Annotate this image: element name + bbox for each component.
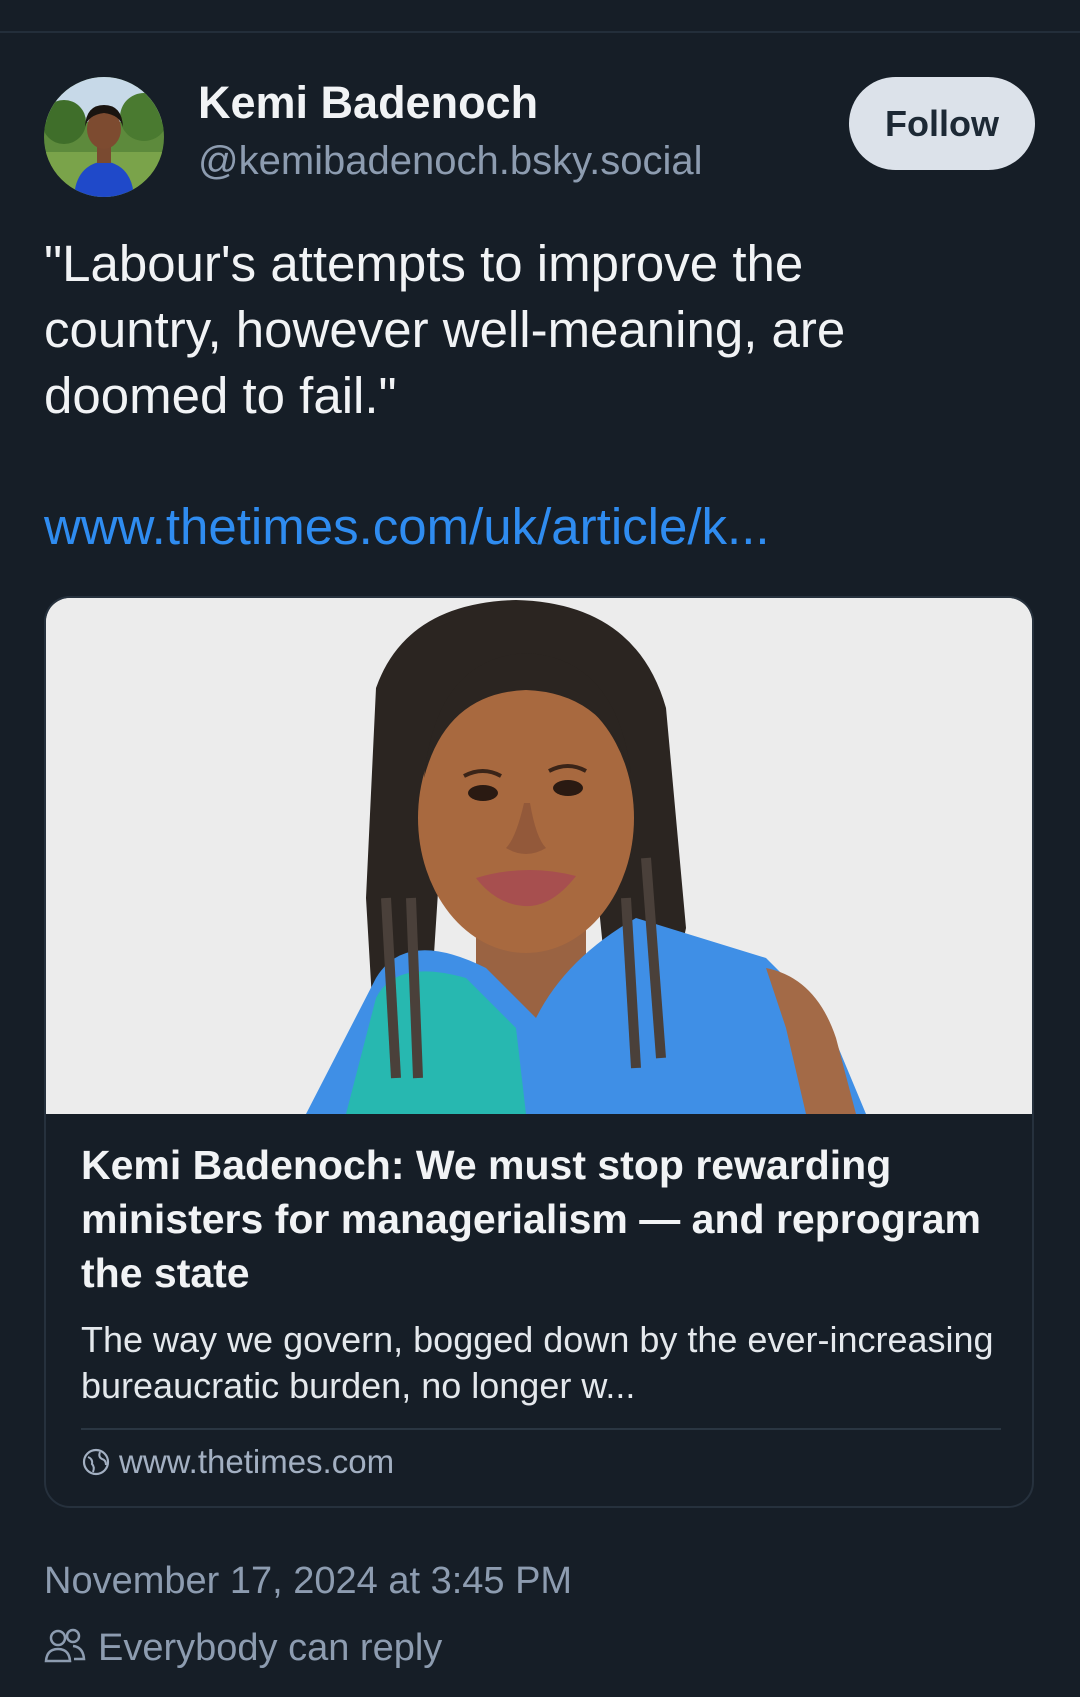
post-timestamp: November 17, 2024 at 3:45 PM (44, 1560, 573, 1602)
link-preview-divider (81, 1428, 1001, 1430)
avatar[interactable] (44, 77, 164, 197)
author-display-name[interactable]: Kemi Badenoch (198, 77, 538, 129)
globe-icon (81, 1447, 111, 1477)
post: Kemi Badenoch @kemibadenoch.bsky.social … (0, 33, 1080, 1697)
link-preview-title: Kemi Badenoch: We must stop rewarding mi… (81, 1142, 981, 1296)
link-preview-description: The way we govern, bogged down by the ev… (81, 1319, 994, 1406)
link-preview-card[interactable]: Kemi Badenoch: We must stop rewarding mi… (44, 596, 1034, 1508)
link-preview-image (46, 598, 1032, 1114)
post-text: "Labour's attempts to improve the countr… (44, 235, 846, 424)
people-icon (44, 1627, 86, 1670)
reply-setting-text: Everybody can reply (98, 1627, 443, 1669)
post-link[interactable]: www.thetimes.com/uk/article/k... (44, 497, 770, 556)
reply-setting: Everybody can reply (44, 1627, 442, 1670)
author-handle[interactable]: @kemibadenoch.bsky.social (198, 139, 703, 184)
link-preview-domain-text: www.thetimes.com (119, 1443, 395, 1480)
follow-button[interactable]: Follow (849, 77, 1035, 170)
link-preview-domain: www.thetimes.com (81, 1443, 394, 1481)
